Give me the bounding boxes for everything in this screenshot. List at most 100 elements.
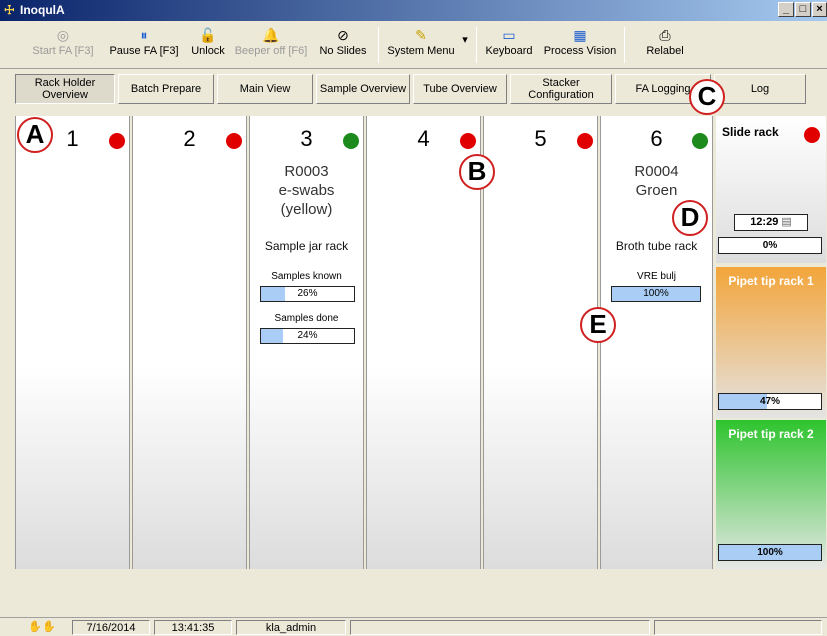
status-date: 7/16/2014 [72, 620, 150, 635]
system-menu-label: System Menu [387, 45, 455, 57]
no-slides-button[interactable]: ⊘ No Slides [316, 25, 370, 65]
beeper-off-label: Beeper off [F6] [234, 45, 308, 57]
progress-text: 26% [297, 288, 318, 299]
progress-text: 100% [757, 547, 783, 558]
samples-done-progress: 24% [260, 328, 355, 344]
rack-description: e-swabs [278, 182, 335, 199]
tab-sample-overview[interactable]: Sample Overview [316, 74, 410, 104]
no-slides-icon: ⊘ [337, 27, 349, 43]
rack-color: (yellow) [280, 201, 333, 218]
progress-text: 0% [762, 240, 778, 251]
app-icon: ☩ [4, 3, 15, 17]
unlock-button[interactable]: 🔓 Unlock [186, 25, 230, 65]
relabel-label: Relabel [646, 45, 684, 57]
slide-rack-panel[interactable]: Slide rack 12:29 ▤ 0% [716, 116, 826, 263]
slide-rack-time: 12:29 ▤ [734, 214, 808, 231]
pause-fa-label: Pause FA [F3] [109, 45, 179, 57]
pause-fa-button[interactable]: ⏸ Pause FA [F3] [106, 25, 182, 65]
minimize-button[interactable]: _ [778, 2, 794, 17]
callout-e: E [580, 307, 616, 343]
status-indicator-red [577, 133, 593, 149]
rack-slot-5[interactable]: 5 [483, 116, 598, 569]
relabel-button[interactable]: ⎙ Relabel [642, 25, 688, 65]
pipet-tip-rack-2-title: Pipet tip rack 2 [728, 427, 814, 441]
tab-tube-overview[interactable]: Tube Overview [413, 74, 507, 104]
tab-log[interactable]: Log [714, 74, 806, 104]
window-title: InoqulA [20, 3, 65, 17]
progress-text: 100% [643, 288, 669, 299]
close-button[interactable]: × [812, 2, 827, 17]
pipet-tip-rack-1-title: Pipet tip rack 1 [728, 274, 814, 288]
tab-rack-holder-overview[interactable]: Rack Holder Overview [15, 74, 115, 104]
callout-b: B [459, 154, 495, 190]
status-indicator-red [804, 127, 820, 143]
samples-known-label: Samples known [271, 271, 342, 282]
status-user: kla_admin [236, 620, 346, 635]
tab-stacker-configuration[interactable]: Stacker Configuration [510, 74, 612, 104]
rack-slot-2[interactable]: 2 [132, 116, 247, 569]
time-value: 12:29 [750, 216, 779, 228]
status-time: 13:41:35 [154, 620, 232, 635]
pipet-tip-rack-1-progress: 47% [718, 393, 822, 410]
status-indicator-green [692, 133, 708, 149]
tab-main-view[interactable]: Main View [217, 74, 313, 104]
process-vision-icon: ▦ [573, 27, 587, 43]
rack-slot-1[interactable]: 1 [15, 116, 130, 569]
rack-id: R0004 [634, 163, 679, 180]
toolbar: ◎ Start FA [F3] ⏸ Pause FA [F3] 🔓 Unlock… [0, 21, 827, 69]
application-window: ☩ InoqulA _ □ × ◎ Start FA [F3] ⏸ Pause … [0, 0, 827, 636]
calendar-icon: ▤ [781, 216, 792, 228]
start-fa-label: Start FA [F3] [32, 45, 94, 57]
title-bar: ☩ InoqulA _ □ × [0, 0, 827, 21]
unlock-icon: 🔓 [199, 27, 217, 43]
rack-slot-6[interactable]: 6 R0004 Groen Broth tube rack VRE bulj 1… [600, 116, 713, 569]
keyboard-icon: ▭ [502, 27, 516, 43]
hands-icon: ✋✋ [28, 621, 56, 633]
status-panel [350, 620, 650, 635]
status-indicator-red [109, 133, 125, 149]
rack-id: R0003 [284, 163, 329, 180]
pause-icon: ⏸ [140, 27, 148, 43]
system-menu-button[interactable]: ✎ System Menu [384, 25, 458, 65]
samples-done-label: Samples done [274, 313, 339, 324]
tab-batch-prepare[interactable]: Batch Prepare [118, 74, 214, 104]
pipet-tip-rack-1-panel[interactable]: Pipet tip rack 1 47% [716, 267, 826, 418]
vre-bulj-label: VRE bulj [637, 271, 676, 282]
maximize-button[interactable]: □ [795, 2, 811, 17]
keyboard-button[interactable]: ▭ Keyboard [482, 25, 536, 65]
toolbar-separator [476, 27, 477, 63]
status-indicator-green [343, 133, 359, 149]
start-fa-button[interactable]: ◎ Start FA [F3] [30, 25, 96, 65]
start-icon: ◎ [56, 27, 70, 43]
no-slides-label: No Slides [319, 45, 367, 57]
unlock-label: Unlock [191, 45, 225, 57]
rack-type: Broth tube rack [615, 239, 698, 253]
beeper-icon: 🔔 [262, 27, 280, 43]
side-racks: Slide rack 12:29 ▤ 0% Pipet tip rack 1 4… [716, 116, 827, 569]
toolbar-separator [378, 27, 379, 63]
system-menu-icon: ✎ [415, 27, 427, 43]
rack-holder-slots: 1 2 3 R0003 e-swabs (yellow) Sample jar … [15, 116, 713, 569]
status-indicator-red [460, 133, 476, 149]
progress-text: 47% [759, 396, 780, 407]
rack-description: Groen [635, 182, 678, 199]
beeper-off-button[interactable]: 🔔 Beeper off [F6] [232, 25, 310, 65]
rack-type: Sample jar rack [264, 239, 349, 253]
vre-bulj-progress: 100% [611, 286, 701, 302]
process-vision-label: Process Vision [543, 45, 617, 57]
status-panel [654, 620, 822, 635]
callout-a: A [17, 117, 53, 153]
status-bar: ✋✋ 7/16/2014 13:41:35 kla_admin [0, 617, 827, 636]
progress-text: 24% [297, 330, 318, 341]
process-vision-button[interactable]: ▦ Process Vision [540, 25, 620, 65]
slide-rack-progress: 0% [718, 237, 822, 254]
pipet-tip-rack-2-progress: 100% [718, 544, 822, 561]
callout-c: C [689, 79, 725, 115]
status-indicator-red [226, 133, 242, 149]
slide-rack-title: Slide rack [722, 125, 779, 139]
toolbar-separator [624, 27, 625, 63]
system-menu-dropdown-icon[interactable]: ▾ [460, 33, 470, 73]
rack-slot-3[interactable]: 3 R0003 e-swabs (yellow) Sample jar rack… [249, 116, 364, 569]
pipet-tip-rack-2-panel[interactable]: Pipet tip rack 2 100% [716, 420, 826, 569]
samples-known-progress: 26% [260, 286, 355, 302]
